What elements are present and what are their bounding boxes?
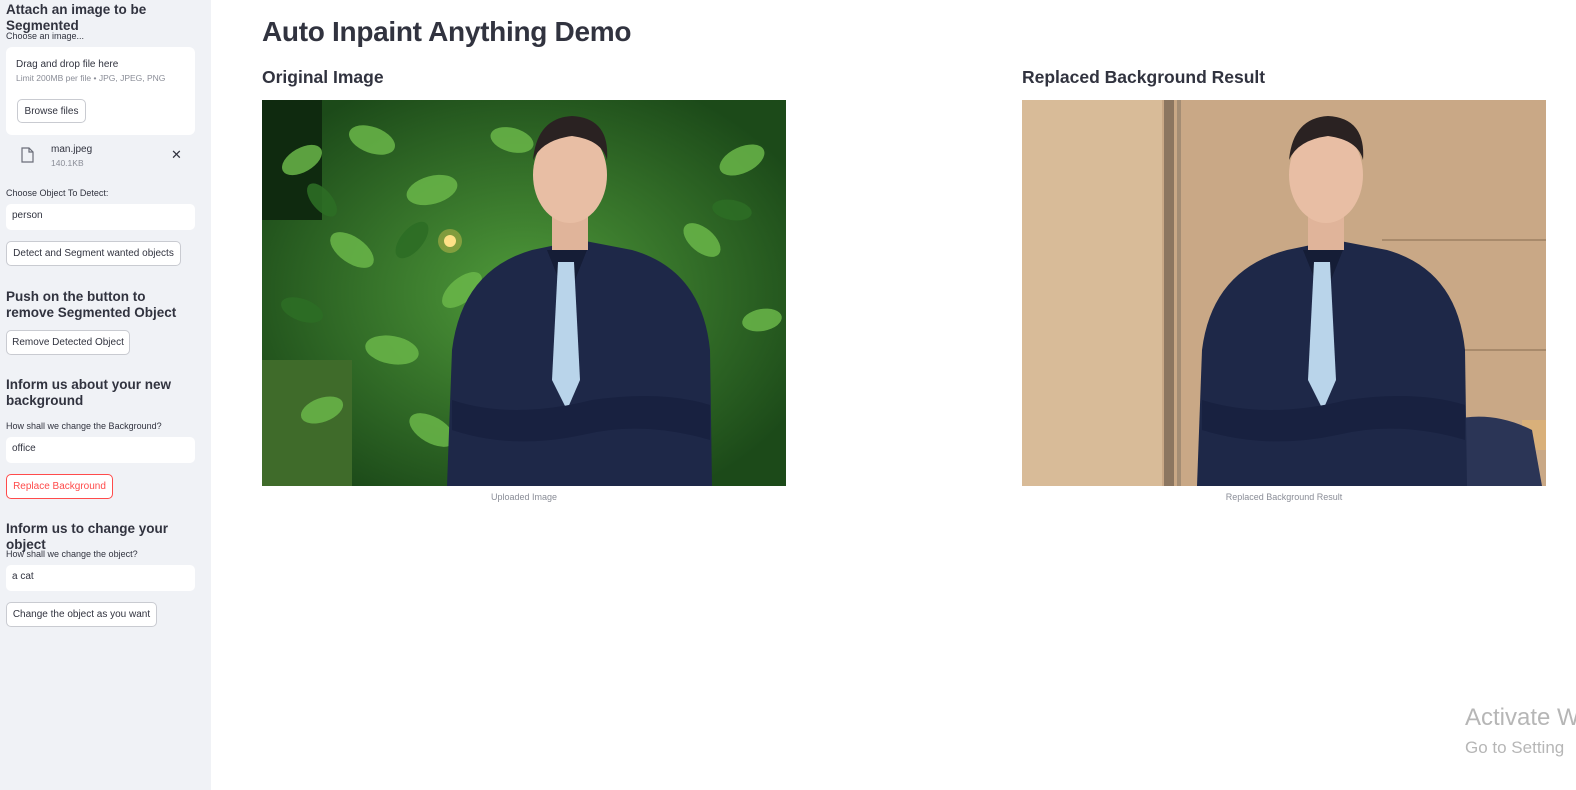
detect-label: Choose Object To Detect: (6, 188, 109, 198)
replace-background-button[interactable]: Replace Background (6, 474, 113, 499)
upload-heading: Attach an image to be Segmented (6, 2, 147, 33)
remove-object-button[interactable]: Remove Detected Object (6, 330, 130, 355)
background-input[interactable]: office (6, 437, 195, 463)
activation-watermark-title: Activate W (1465, 704, 1576, 731)
activation-watermark-subtitle: Go to Setting (1465, 738, 1565, 757)
original-image-caption: Uploaded Image (490, 492, 558, 502)
sidebar: Attach an image to be Segmented Choose a… (0, 0, 211, 790)
result-image-caption: Replaced Background Result (1225, 492, 1343, 502)
background-heading: Inform us about your new background (6, 377, 172, 408)
browse-files-button[interactable]: Browse files (17, 99, 86, 123)
detect-object-input[interactable]: person (6, 204, 195, 230)
upload-label: Choose an image... (6, 31, 85, 41)
dropzone-limit: Limit 200MB per file • JPG, JPEG, PNG (16, 73, 166, 83)
page-title: Auto Inpaint Anything Demo (262, 16, 632, 47)
original-image (262, 100, 786, 486)
file-size: 140.1KB (51, 158, 84, 168)
dropzone-text: Drag and drop file here (16, 59, 119, 70)
change-object-button[interactable]: Change the object as you want (6, 602, 157, 627)
close-icon[interactable]: ✕ (171, 148, 182, 161)
remove-heading: Push on the button to remove Segmented O… (6, 289, 177, 320)
result-image-heading: Replaced Background Result (1022, 67, 1266, 87)
result-image (1022, 100, 1546, 486)
file-name: man.jpeg (51, 144, 93, 155)
detect-segment-button[interactable]: Detect and Segment wanted objects (6, 241, 181, 266)
object-label: How shall we change the object? (6, 549, 138, 559)
original-image-heading: Original Image (262, 67, 384, 87)
object-input[interactable]: a cat (6, 565, 195, 591)
uploaded-file: man.jpeg 140.1KB ✕ (18, 143, 193, 171)
background-label: How shall we change the Background? (6, 421, 162, 431)
file-icon (21, 147, 34, 163)
